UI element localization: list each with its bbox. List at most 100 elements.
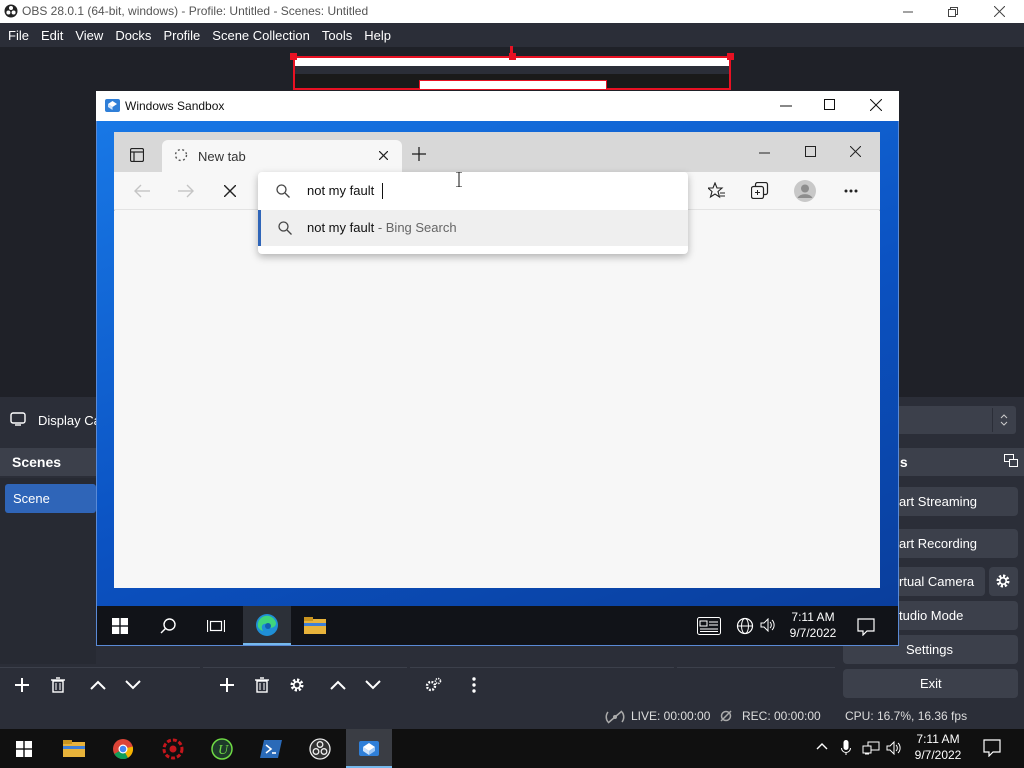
edge-taskbar-icon[interactable] bbox=[243, 606, 291, 645]
menu-tools[interactable]: Tools bbox=[316, 28, 358, 43]
menu-file[interactable]: File bbox=[2, 28, 35, 43]
exit-button[interactable]: Exit bbox=[843, 669, 1018, 698]
address-bar-value: not my fault bbox=[307, 183, 375, 198]
live-timer: LIVE: 00:00:00 bbox=[631, 709, 711, 723]
obs-status-bar: LIVE: 00:00:00 REC: 00:00:00 CPU: 16.7%,… bbox=[0, 703, 1024, 729]
studio-mode-label: tudio Mode bbox=[899, 608, 964, 623]
source-name: Display Ca bbox=[38, 413, 101, 428]
chevron-up-icon[interactable] bbox=[324, 671, 352, 699]
trash-icon[interactable] bbox=[44, 671, 72, 699]
tab-actions-icon[interactable] bbox=[130, 148, 144, 162]
volume-icon[interactable] bbox=[760, 618, 776, 632]
search-icon[interactable] bbox=[144, 606, 192, 645]
exit-label: Exit bbox=[920, 676, 942, 691]
gear-icon[interactable] bbox=[283, 671, 311, 699]
rec-timer: REC: 00:00:00 bbox=[742, 709, 821, 723]
menu-view[interactable]: View bbox=[69, 28, 109, 43]
profile-avatar-icon[interactable] bbox=[794, 180, 816, 202]
host-clock-time: 7:11 AM bbox=[916, 732, 960, 746]
svg-text:U: U bbox=[218, 743, 229, 758]
windows-sandbox-taskbar-icon[interactable] bbox=[346, 729, 392, 768]
dock-float-icon[interactable] bbox=[1004, 454, 1018, 468]
preview-source-thumbnail[interactable] bbox=[293, 56, 731, 90]
settings-label: Settings bbox=[906, 642, 953, 657]
scene-item-label: Scene bbox=[13, 491, 50, 506]
sandbox-title-bar: Windows Sandbox bbox=[96, 91, 899, 121]
rotation-handle[interactable] bbox=[510, 46, 513, 54]
display-capture-icon bbox=[10, 412, 26, 426]
add-scene-icon[interactable] bbox=[8, 671, 36, 699]
obs-taskbar-icon[interactable] bbox=[297, 729, 343, 768]
resize-handle[interactable] bbox=[290, 53, 297, 60]
file-explorer-icon[interactable] bbox=[291, 606, 339, 645]
virtual-camera-label: rtual Camera bbox=[899, 574, 975, 589]
source-property-combo[interactable] bbox=[896, 406, 1016, 434]
task-view-icon[interactable] bbox=[192, 606, 240, 645]
minimize-icon[interactable] bbox=[780, 105, 792, 107]
edge-tab-new-tab[interactable]: New tab bbox=[162, 140, 402, 172]
network-icon[interactable] bbox=[862, 741, 880, 755]
mixer-settings-icon[interactable] bbox=[419, 671, 447, 699]
collections-icon[interactable] bbox=[751, 182, 769, 199]
spin-arrows-icon[interactable] bbox=[992, 408, 1014, 432]
new-tab-icon[interactable] bbox=[412, 147, 426, 161]
file-explorer-icon[interactable] bbox=[51, 729, 97, 768]
resize-handle[interactable] bbox=[727, 53, 734, 60]
tray-chevron-up-icon[interactable] bbox=[816, 742, 828, 750]
menu-docks[interactable]: Docks bbox=[109, 28, 157, 43]
host-clock[interactable]: 7:11 AM 9/7/2022 bbox=[906, 731, 970, 763]
minimize-icon[interactable] bbox=[885, 0, 931, 23]
chrome-icon[interactable] bbox=[100, 729, 146, 768]
microphone-icon[interactable] bbox=[841, 740, 851, 756]
edge-page-content[interactable] bbox=[114, 211, 880, 588]
rec-off-icon bbox=[720, 710, 732, 722]
volume-icon[interactable] bbox=[886, 741, 902, 755]
forward-arrow-icon[interactable] bbox=[178, 184, 194, 198]
menu-profile[interactable]: Profile bbox=[157, 28, 206, 43]
close-icon[interactable] bbox=[850, 146, 861, 157]
start-windows-icon[interactable] bbox=[96, 606, 144, 645]
suggestion-source: - Bing Search bbox=[374, 220, 457, 235]
close-tab-icon[interactable] bbox=[379, 151, 388, 160]
notification-icon[interactable] bbox=[857, 618, 875, 636]
more-options-icon[interactable] bbox=[460, 671, 488, 699]
search-suggestion[interactable]: not my fault - Bing Search bbox=[258, 210, 688, 246]
upwork-icon[interactable]: U bbox=[199, 729, 245, 768]
red-app-icon[interactable] bbox=[150, 729, 196, 768]
stop-loading-icon[interactable] bbox=[224, 185, 236, 197]
notification-icon[interactable] bbox=[983, 739, 1001, 757]
menu-help[interactable]: Help bbox=[358, 28, 397, 43]
search-icon bbox=[278, 221, 292, 235]
trash-icon[interactable] bbox=[248, 671, 276, 699]
menu-scene-collection[interactable]: Scene Collection bbox=[206, 28, 316, 43]
back-arrow-icon[interactable] bbox=[134, 184, 150, 198]
scene-list-item[interactable]: Scene bbox=[5, 484, 96, 513]
menu-edit[interactable]: Edit bbox=[35, 28, 69, 43]
sandbox-app-icon bbox=[105, 98, 120, 113]
maximize-icon[interactable] bbox=[805, 146, 816, 157]
host-clock-date: 9/7/2022 bbox=[914, 748, 962, 762]
resize-handle[interactable] bbox=[509, 53, 516, 60]
close-icon[interactable] bbox=[870, 99, 882, 111]
start-windows-icon[interactable] bbox=[1, 729, 47, 768]
virtual-camera-settings-button[interactable] bbox=[989, 567, 1018, 596]
chevron-down-icon[interactable] bbox=[119, 671, 147, 699]
sandbox-clock[interactable]: 7:11 AM 9/7/2022 bbox=[782, 609, 844, 641]
address-bar-input[interactable]: not my fault bbox=[258, 172, 688, 210]
start-streaming-label: art Streaming bbox=[899, 494, 978, 509]
globe-network-icon[interactable] bbox=[736, 617, 754, 635]
powershell-icon[interactable] bbox=[248, 729, 294, 768]
mixer-toolbar bbox=[410, 667, 674, 703]
sandbox-window-title: Windows Sandbox bbox=[125, 99, 225, 113]
add-source-icon[interactable] bbox=[213, 671, 241, 699]
chevron-down-icon[interactable] bbox=[359, 671, 387, 699]
favorites-icon[interactable] bbox=[708, 182, 726, 199]
close-icon[interactable] bbox=[976, 0, 1022, 23]
gear-icon bbox=[995, 573, 1011, 589]
chevron-up-icon[interactable] bbox=[84, 671, 112, 699]
maximize-icon[interactable] bbox=[824, 99, 835, 110]
news-widget-icon[interactable] bbox=[697, 617, 721, 635]
minimize-icon[interactable] bbox=[759, 152, 770, 154]
more-menu-icon[interactable] bbox=[844, 189, 858, 193]
maximize-icon[interactable] bbox=[930, 0, 976, 23]
